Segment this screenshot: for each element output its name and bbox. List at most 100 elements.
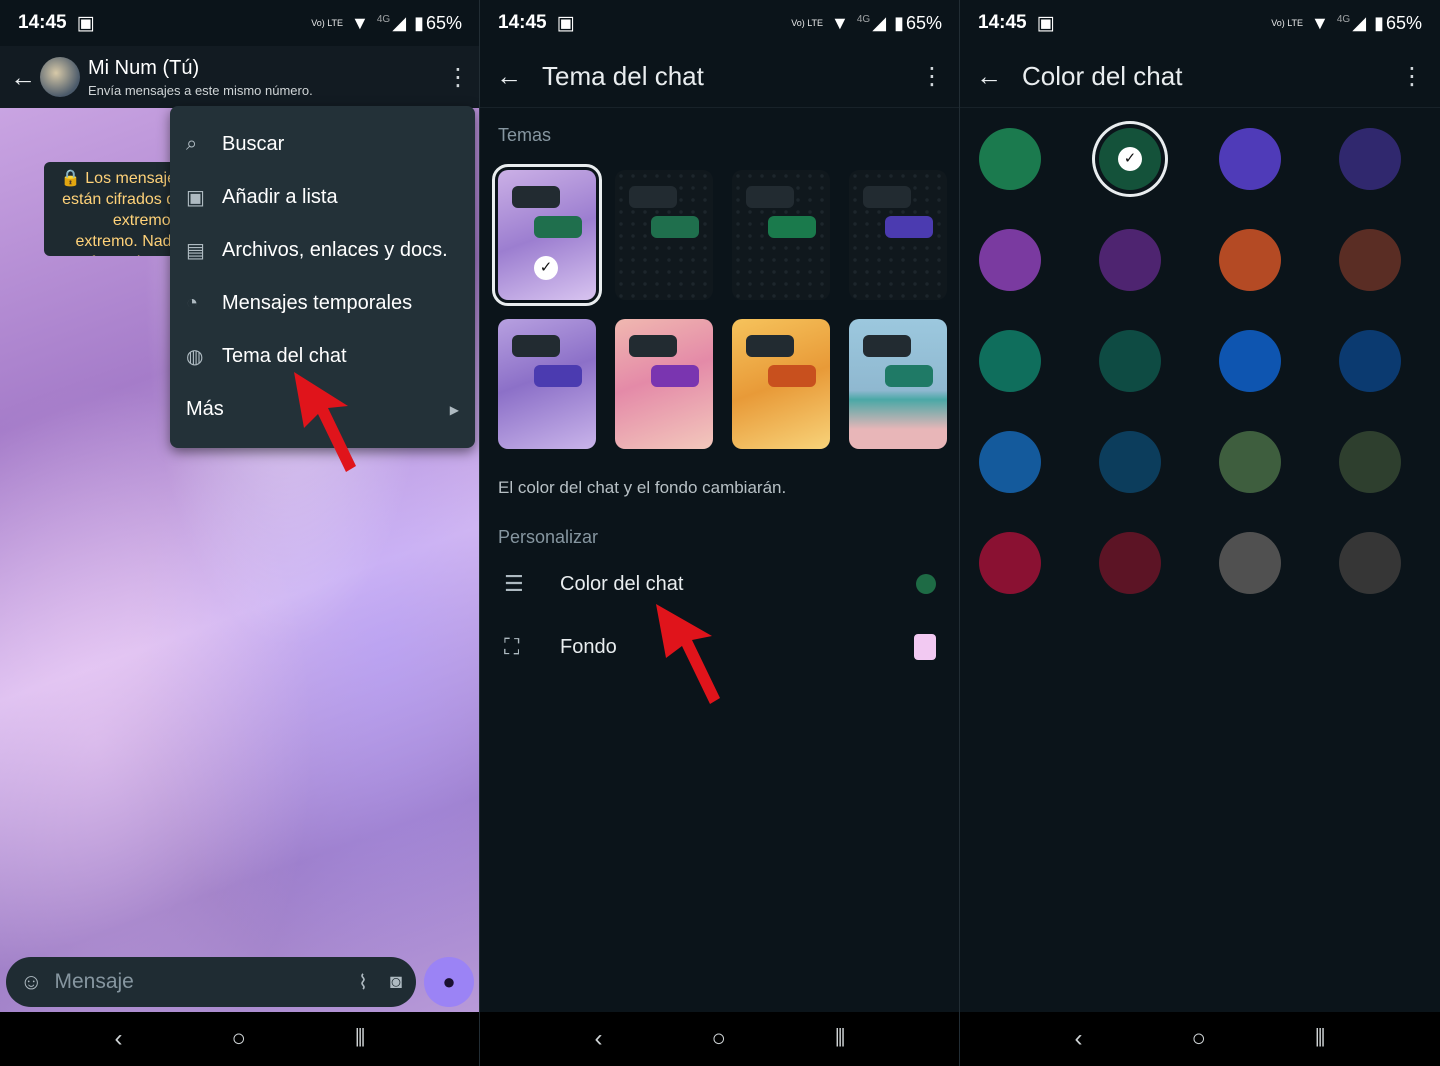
chat-color-swatch <box>916 574 936 594</box>
check-icon: ✓ <box>534 256 558 280</box>
color-option[interactable] <box>1219 128 1281 190</box>
camera-icon[interactable]: ◙ <box>390 971 402 994</box>
outgoing-bubble <box>534 365 582 387</box>
more-options-icon[interactable]: ⋮ <box>446 63 470 92</box>
nav-recents-icon[interactable]: ⦀ <box>355 1025 366 1053</box>
color-option[interactable] <box>979 330 1041 392</box>
status-time: 14:45 <box>978 12 1027 33</box>
menu-item-buscar[interactable]: ⌕ Buscar <box>170 118 475 171</box>
battery-level: 65% <box>425 12 462 33</box>
more-options-icon[interactable]: ⋮ <box>920 62 944 91</box>
volte-icon: Vo) LTE <box>791 17 824 28</box>
themes-heading: Temas <box>498 125 552 145</box>
nav-back-icon[interactable]: ‹ <box>114 1025 122 1053</box>
outgoing-bubble <box>885 365 933 387</box>
menu-item-label: Archivos, enlaces y docs. <box>222 239 448 261</box>
contact-list-icon: ▣ <box>186 187 205 209</box>
outgoing-bubble <box>651 365 699 387</box>
theme-option[interactable] <box>732 319 830 449</box>
chat-color-icon: ☰ <box>504 571 524 596</box>
message-composer[interactable]: ☺ Mensaje ⌇ ◙ <box>6 957 416 1007</box>
avatar[interactable] <box>40 57 80 97</box>
incoming-bubble <box>629 186 677 208</box>
outgoing-bubble <box>768 216 816 238</box>
nav-recents-icon[interactable]: ⦀ <box>835 1025 846 1053</box>
sticker-icon[interactable]: ☺ <box>20 969 42 995</box>
system-nav-bar: ‹ ○ ⦀ <box>960 1012 1440 1066</box>
menu-item-archivos[interactable]: ▤ Archivos, enlaces y docs. <box>170 224 475 277</box>
row-label: Fondo <box>560 635 617 658</box>
theme-option[interactable] <box>615 319 713 449</box>
color-option[interactable] <box>979 532 1041 594</box>
color-option[interactable] <box>1339 128 1401 190</box>
theme-option[interactable] <box>615 170 713 300</box>
mic-button[interactable]: ● <box>424 957 474 1007</box>
nav-home-icon[interactable]: ○ <box>1191 1025 1206 1053</box>
outgoing-bubble <box>651 216 699 238</box>
status-bar: 14:45 ▣ Vo) LTE ▼ 4G ◢ ▮ 65% <box>960 0 1440 46</box>
color-option[interactable] <box>1219 330 1281 392</box>
theme-option[interactable]: ✓ <box>492 164 602 306</box>
incoming-bubble <box>746 186 794 208</box>
menu-item-label: Mensajes temporales <box>222 292 413 314</box>
back-arrow-icon[interactable]: ← <box>10 62 36 93</box>
message-input[interactable]: Mensaje <box>54 970 133 994</box>
color-option[interactable] <box>1339 431 1401 493</box>
color-option[interactable] <box>1099 431 1161 493</box>
row-label: Color del chat <box>560 572 684 595</box>
battery-level: 65% <box>905 12 942 33</box>
wifi-icon: ▼ <box>831 12 849 33</box>
nav-home-icon[interactable]: ○ <box>711 1025 726 1053</box>
theme-option[interactable] <box>498 319 596 449</box>
menu-item-mensajes-temporales[interactable]: ◔ Mensajes temporales <box>170 277 475 330</box>
wifi-icon: ▼ <box>1311 12 1329 33</box>
color-option[interactable] <box>1339 330 1401 392</box>
nav-back-icon[interactable]: ‹ <box>594 1025 602 1053</box>
nav-home-icon[interactable]: ○ <box>231 1025 246 1053</box>
color-option[interactable] <box>1099 532 1161 594</box>
theme-option[interactable] <box>849 170 947 300</box>
contact-info[interactable]: Mi Num (Tú) Envía mensajes a este mismo … <box>88 57 313 98</box>
battery-icon: ▮ <box>894 12 904 33</box>
signal-icon: ◢ <box>392 12 407 33</box>
attach-icon[interactable]: ⌇ <box>358 970 368 995</box>
color-option[interactable] <box>979 229 1041 291</box>
volte-icon: Vo) LTE <box>311 17 344 28</box>
nav-back-icon[interactable]: ‹ <box>1074 1025 1082 1053</box>
nav-recents-icon[interactable]: ⦀ <box>1315 1025 1326 1053</box>
color-option[interactable] <box>979 128 1041 190</box>
check-icon: ✓ <box>1118 147 1142 171</box>
menu-item-anadir-lista[interactable]: ▣ Añadir a lista <box>170 171 475 224</box>
chat-screen: 14:45 ▣ Vo) LTE ▼ 4G ◢ ▮ 65% ← Mi Num (T… <box>0 0 480 1066</box>
color-option[interactable] <box>1099 229 1161 291</box>
timer-icon: ◔ <box>186 292 199 314</box>
color-option[interactable] <box>1339 532 1401 594</box>
color-option[interactable] <box>1219 532 1281 594</box>
theme-option[interactable] <box>849 319 947 449</box>
notification-icon: ▣ <box>76 12 95 34</box>
red-arrow-annotation <box>656 604 720 704</box>
back-arrow-icon[interactable]: ← <box>496 61 522 92</box>
color-option[interactable] <box>979 431 1041 493</box>
theme-option[interactable] <box>732 170 830 300</box>
incoming-bubble <box>746 335 794 357</box>
color-option[interactable] <box>1219 431 1281 493</box>
system-nav-bar: ‹ ○ ⦀ <box>480 1012 960 1066</box>
more-options-icon[interactable]: ⋮ <box>1400 62 1424 91</box>
incoming-bubble <box>512 186 560 208</box>
chat-theme-screen: 14:45 ▣ Vo) LTE ▼ 4G ◢ ▮ 65% ← Tema del … <box>480 0 960 1066</box>
color-option[interactable] <box>1339 229 1401 291</box>
palette-icon: ◍ <box>186 346 204 368</box>
color-option[interactable] <box>1099 330 1161 392</box>
outgoing-bubble <box>768 365 816 387</box>
color-option[interactable]: ✓ <box>1099 128 1161 190</box>
theme-description: El color del chat y el fondo cambiarán. <box>498 478 787 497</box>
status-bar: 14:45 ▣ Vo) LTE ▼ 4G ◢ ▮ 65% <box>480 0 960 46</box>
wallpaper-icon: ⛶ <box>504 634 520 659</box>
notification-icon: ▣ <box>1036 12 1055 34</box>
color-option[interactable] <box>1219 229 1281 291</box>
4g-label: 4G <box>856 13 871 25</box>
chat-color-screen: 14:45 ▣ Vo) LTE ▼ 4G ◢ ▮ 65% ← Color del… <box>960 0 1440 1066</box>
back-arrow-icon[interactable]: ← <box>976 61 1002 92</box>
contact-subtitle: Envía mensajes a este mismo número. <box>88 82 313 98</box>
